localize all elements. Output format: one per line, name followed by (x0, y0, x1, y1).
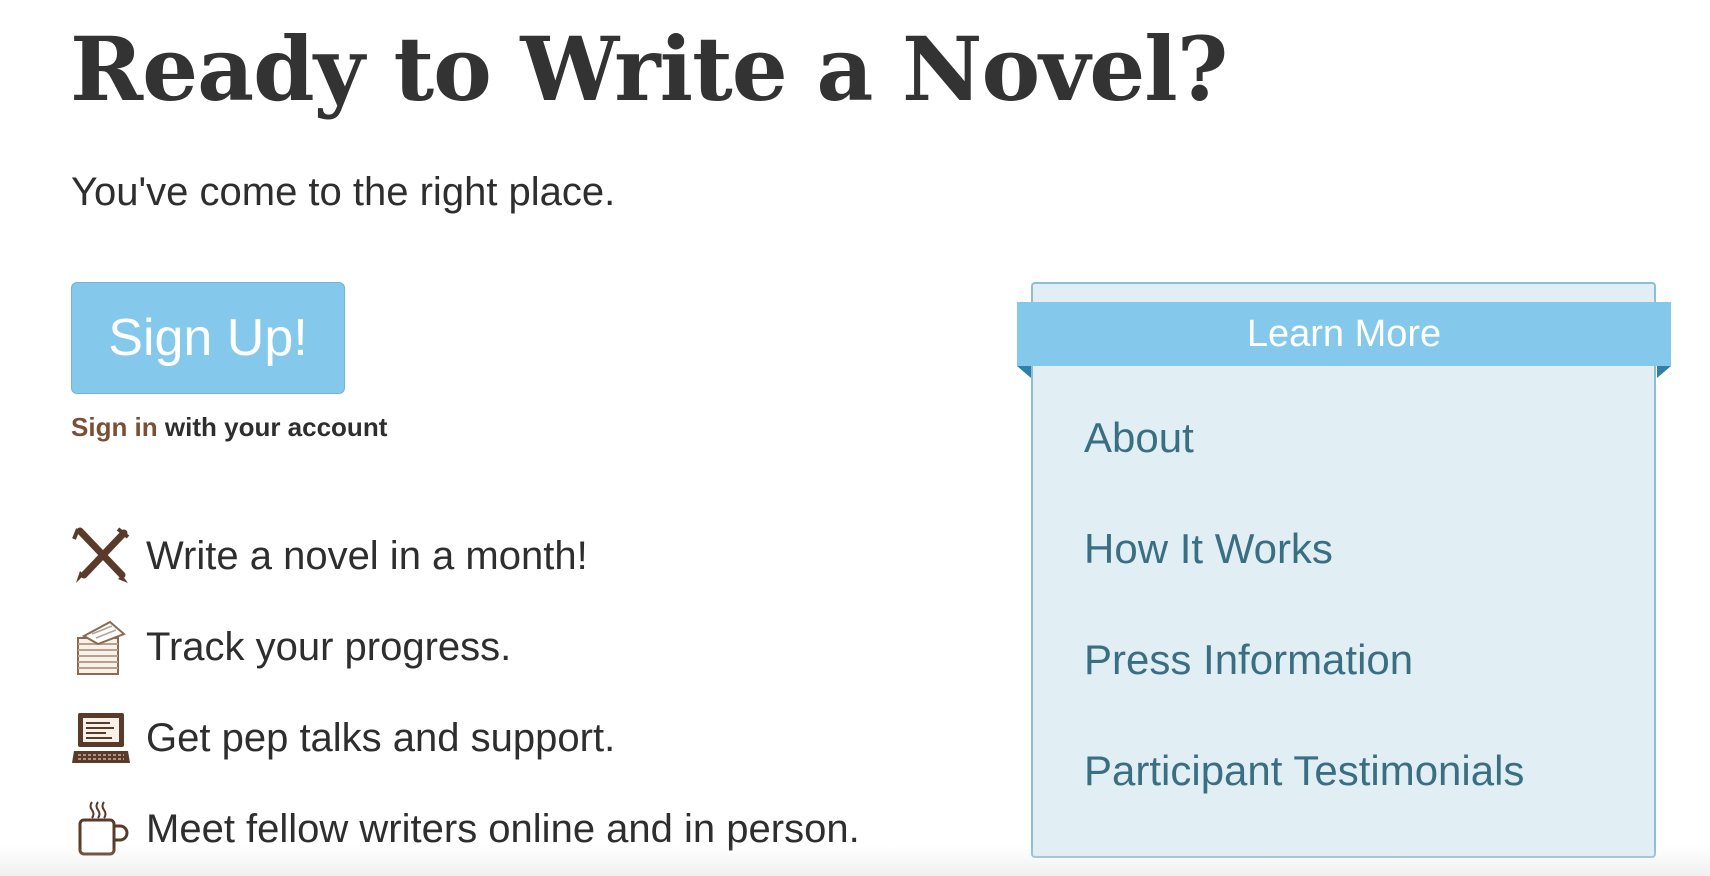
feature-list: Write a novel in a month! Track your pro… (70, 510, 860, 874)
learn-more-links: About How It Works Press Information Par… (1084, 400, 1524, 844)
page-subtitle: You've come to the right place. (71, 170, 616, 214)
sign-in-prompt: Sign in with your account (71, 410, 387, 444)
feature-item: Get pep talks and support. (70, 692, 860, 783)
page-title: Ready to Write a Novel? (70, 17, 1228, 121)
paper-stack-icon (70, 616, 132, 678)
crossed-pens-icon (70, 525, 132, 587)
how-it-works-link[interactable]: How It Works (1084, 511, 1524, 622)
ribbon-fold-left (1017, 366, 1031, 378)
about-link[interactable]: About (1084, 400, 1524, 511)
sign-up-button[interactable]: Sign Up! (71, 282, 345, 394)
sign-in-suffix: with your account (157, 412, 388, 442)
laptop-icon (70, 707, 132, 769)
learn-more-heading: Learn More (1017, 302, 1671, 366)
ribbon-fold-right (1657, 366, 1671, 378)
feature-text: Write a novel in a month! (146, 533, 588, 578)
bottom-shadow (0, 846, 1710, 876)
feature-item: Write a novel in a month! (70, 510, 860, 601)
feature-text: Get pep talks and support. (146, 715, 616, 760)
feature-item: Track your progress. (70, 601, 860, 692)
feature-text: Track your progress. (146, 624, 512, 669)
participant-testimonials-link[interactable]: Participant Testimonials (1084, 733, 1524, 844)
sign-in-link[interactable]: Sign in (71, 412, 158, 442)
press-information-link[interactable]: Press Information (1084, 622, 1524, 733)
